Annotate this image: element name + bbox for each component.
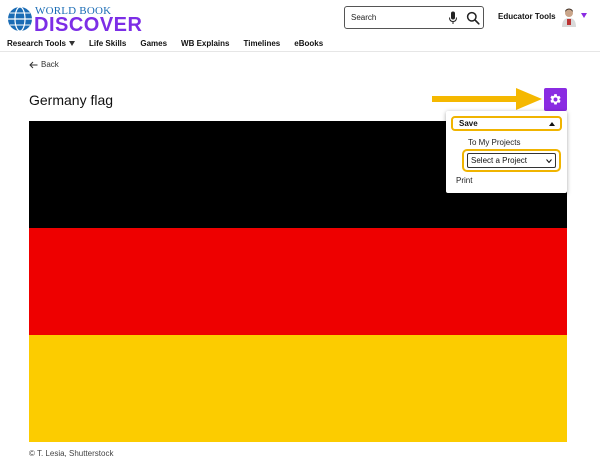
search-icon[interactable] [466, 11, 480, 25]
globe-logo-icon [8, 6, 32, 32]
nav-item-label: WB Explains [181, 38, 230, 48]
chevron-down-icon [546, 158, 552, 163]
nav-item-life-skills[interactable]: Life Skills [89, 36, 126, 50]
save-label: Save [459, 119, 478, 128]
save-toggle-button[interactable]: Save [451, 116, 562, 131]
nav-item-ebooks[interactable]: eBooks [294, 36, 323, 50]
annotation-arrow-icon [432, 88, 542, 110]
nav-item-timelines[interactable]: Timelines [243, 36, 280, 50]
avatar[interactable] [560, 7, 578, 27]
chevron-down-icon [68, 40, 75, 46]
page-title: Germany flag [29, 92, 114, 108]
microphone-icon[interactable] [448, 11, 458, 25]
nav-item-label: Life Skills [88, 38, 127, 48]
flag-stripe-gold [29, 335, 567, 442]
back-arrow-icon [29, 61, 38, 68]
settings-dropdown: Save To My Projects Select a Project Pri… [446, 111, 567, 193]
nav-item-wb-explains[interactable]: WB Explains [181, 36, 229, 50]
settings-button[interactable] [544, 88, 567, 111]
back-label: Back [41, 60, 59, 69]
nav-item-research-tools[interactable]: Research Tools [7, 36, 75, 50]
nav-item-label: Timelines [243, 38, 281, 48]
search-box [344, 6, 484, 29]
main-nav: Research Tools Life Skills Games WB Expl… [7, 36, 323, 50]
nav-item-label: eBooks [294, 38, 324, 48]
chevron-up-icon [549, 121, 555, 126]
project-select-value: Select a Project [471, 156, 528, 165]
logo-main-text: DISCOVER [34, 14, 143, 36]
back-link[interactable]: Back [29, 60, 59, 69]
project-select[interactable]: Select a Project [467, 153, 556, 168]
header: WORLD BOOK DISCOVER Educator Tools Resea… [0, 0, 600, 52]
educator-tools-link[interactable]: Educator Tools [498, 12, 556, 21]
print-link[interactable]: Print [456, 176, 472, 185]
to-my-projects-label: To My Projects [468, 138, 521, 147]
nav-item-label: Games [140, 38, 168, 48]
search-input[interactable] [351, 10, 441, 25]
project-select-highlight: Select a Project [462, 149, 561, 172]
flag-stripe-red [29, 228, 567, 335]
world-book-discover-logo[interactable]: WORLD BOOK DISCOVER [7, 4, 142, 35]
chevron-down-icon[interactable] [581, 13, 587, 18]
image-credit: © T. Lesia, Shutterstock [29, 449, 114, 458]
gear-icon [550, 94, 561, 105]
nav-item-label: Research Tools [7, 38, 66, 48]
nav-item-games[interactable]: Games [140, 36, 167, 50]
